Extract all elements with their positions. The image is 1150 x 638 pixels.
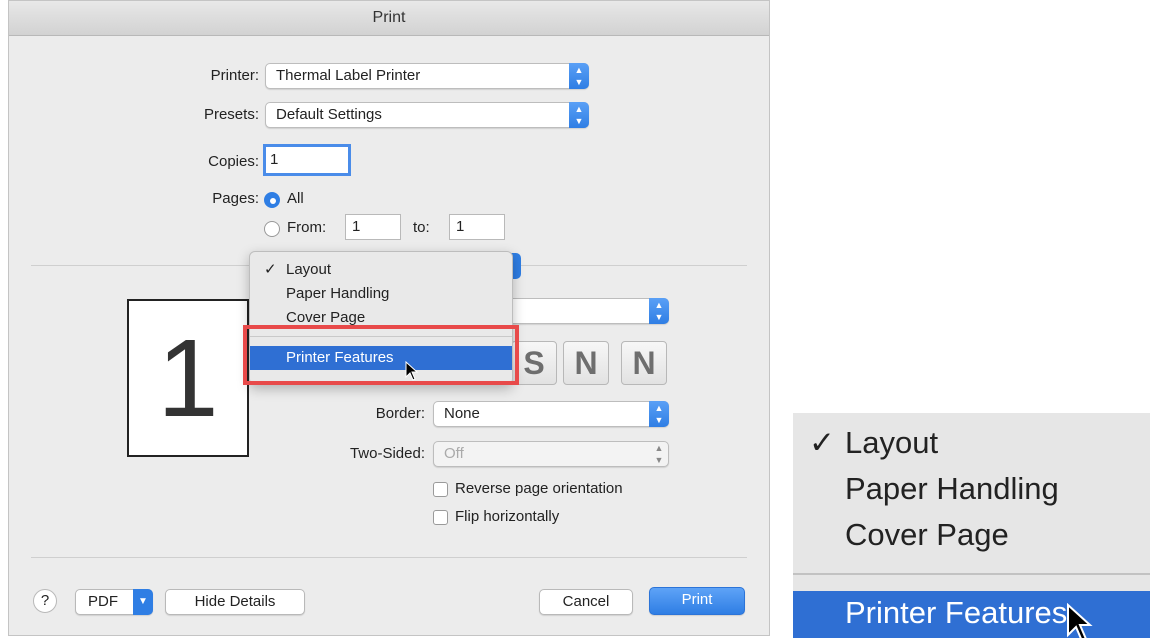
- cancel-button[interactable]: Cancel: [539, 589, 633, 615]
- checkmark-icon: ✓: [264, 261, 277, 278]
- pages-all-radio[interactable]: [264, 192, 280, 208]
- menu-item-label: Paper Handling: [286, 285, 390, 302]
- chevron-updown-icon: ▲ ▼: [654, 443, 664, 465]
- pages-to-input[interactable]: 1: [449, 214, 505, 240]
- zoom-item-paper-handling: Paper Handling: [793, 467, 1150, 511]
- printer-select[interactable]: Thermal Label Printer ▲ ▼: [265, 63, 589, 89]
- presets-value: Default Settings: [276, 106, 382, 123]
- presets-label: Presets:: [203, 106, 259, 123]
- two-sided-label: Two-Sided:: [349, 445, 425, 462]
- border-select[interactable]: None ▲ ▼: [433, 401, 669, 427]
- copies-label: Copies:: [208, 153, 259, 170]
- border-label: Border:: [375, 405, 425, 422]
- pdf-button[interactable]: PDF ▼: [75, 589, 153, 615]
- chevron-updown-icon: ▲ ▼: [569, 102, 589, 128]
- flip-horizontally-checkbox[interactable]: [433, 510, 448, 525]
- two-sided-select[interactable]: Off ▲ ▼: [433, 441, 669, 467]
- copies-input[interactable]: 1: [263, 144, 351, 176]
- zoom-item-label: Printer Features: [845, 595, 1068, 630]
- pages-label: Pages:: [212, 190, 259, 207]
- chevron-updown-icon: ▲ ▼: [569, 63, 589, 89]
- help-button[interactable]: ?: [33, 589, 57, 613]
- zoom-item-cover-page: Cover Page: [793, 513, 1150, 557]
- two-sided-value: Off: [444, 445, 464, 462]
- pages-all-label: All: [287, 190, 304, 207]
- layout-direction-3-button[interactable]: N: [563, 341, 609, 385]
- chevron-down-icon: ▼: [133, 589, 153, 615]
- menu-item-paper-handling[interactable]: Paper Handling: [250, 282, 512, 306]
- menu-item-label: Cover Page: [286, 309, 366, 326]
- page-preview: 1: [127, 299, 249, 457]
- separator-bottom: [31, 557, 747, 558]
- pages-from-label: From:: [287, 219, 327, 236]
- zoom-item-label: Layout: [845, 425, 939, 460]
- menu-item-layout[interactable]: ✓ Layout: [250, 258, 512, 282]
- zoom-item-printer-features: Printer Features: [793, 591, 1150, 638]
- checkmark-icon: ✓: [809, 425, 835, 460]
- dialog-title: Print: [9, 1, 769, 36]
- mouse-cursor-icon: [405, 361, 419, 381]
- zoomed-menu: ✓ Layout Paper Handling Cover Page Print…: [793, 413, 1150, 638]
- zoom-item-label: Paper Handling: [845, 471, 1059, 506]
- reverse-orientation-checkbox[interactable]: [433, 482, 448, 497]
- printer-value: Thermal Label Printer: [276, 67, 421, 84]
- flip-horizontally-label: Flip horizontally: [455, 508, 560, 525]
- zoom-item-layout: ✓ Layout: [793, 421, 1150, 465]
- border-value: None: [444, 405, 480, 422]
- mouse-cursor-icon: [1067, 603, 1093, 638]
- print-button[interactable]: Print: [649, 587, 745, 615]
- zoom-item-label: Cover Page: [845, 517, 1009, 552]
- pages-from-input[interactable]: 1: [345, 214, 401, 240]
- print-dialog: Print Printer: Thermal Label Printer ▲ ▼ …: [8, 0, 770, 636]
- highlight-box: [243, 325, 519, 385]
- pages-from-radio[interactable]: [264, 221, 280, 237]
- zoom-separator: [793, 573, 1150, 575]
- chevron-updown-icon: ▲ ▼: [649, 401, 669, 427]
- reverse-orientation-label: Reverse page orientation: [455, 480, 623, 497]
- presets-select[interactable]: Default Settings ▲ ▼: [265, 102, 589, 128]
- menu-item-label: Layout: [286, 261, 332, 278]
- chevron-updown-icon: ▲ ▼: [649, 298, 669, 324]
- pages-to-label: to:: [413, 219, 430, 236]
- layout-direction-4-button[interactable]: N: [621, 341, 667, 385]
- hide-details-button[interactable]: Hide Details: [165, 589, 305, 615]
- pdf-label: PDF: [88, 593, 118, 610]
- printer-label: Printer:: [210, 67, 259, 84]
